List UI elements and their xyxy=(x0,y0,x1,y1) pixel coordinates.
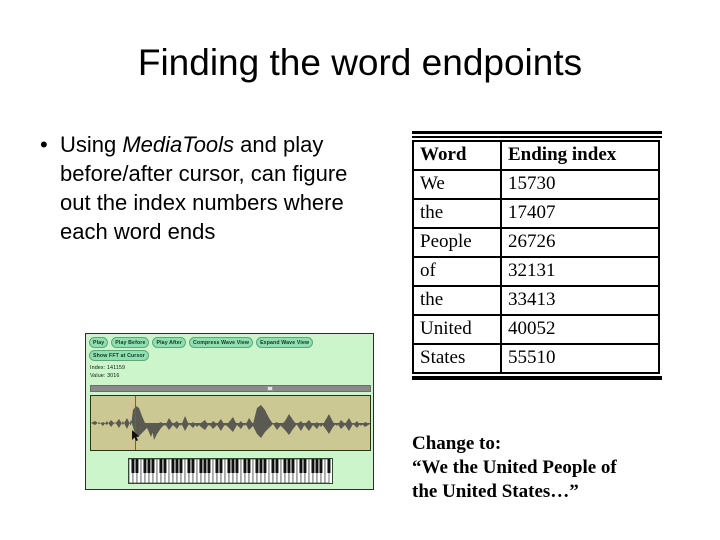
cell-ending-index: 55510 xyxy=(500,343,660,374)
show-fft-at-cursor-button[interactable]: Show FFT at Cursor xyxy=(89,350,149,361)
wave-scrollbar-thumb[interactable] xyxy=(266,386,273,391)
cell-ending-index: 15730 xyxy=(500,169,660,200)
wave-scrollbar[interactable] xyxy=(90,385,371,392)
table-row: of 32131 xyxy=(412,256,660,287)
change-to-note: Change to: “We the United People of the … xyxy=(412,432,692,504)
cell-word: States xyxy=(412,343,502,374)
play-before-button[interactable]: Play Before xyxy=(111,337,150,348)
bullet-text-lead: Using xyxy=(60,132,123,157)
piano-keyboard[interactable] xyxy=(128,458,333,484)
cell-word: We xyxy=(412,169,502,200)
bullet-text-emphasis: MediaTools xyxy=(122,132,235,157)
table-top-rule xyxy=(412,131,662,138)
change-to-label: Change to: xyxy=(412,433,502,454)
cell-word: the xyxy=(412,198,502,229)
index-readout: Index: 141159 xyxy=(90,365,126,371)
bullet-list: • Using MediaTools and play before/after… xyxy=(36,130,376,246)
mediatools-screenshot: Play Play Before Play After Compress Wav… xyxy=(85,333,374,490)
waveform-view[interactable] xyxy=(90,395,371,451)
word-index-table: Word Ending index We 15730 the 17407 People 2… xyxy=(412,140,660,374)
bullet-marker-icon: • xyxy=(40,132,48,157)
cell-ending-index: 33413 xyxy=(500,285,660,316)
table-header-row: Word Ending index xyxy=(412,140,660,171)
cell-ending-index: 26726 xyxy=(500,227,660,258)
expand-wave-view-button[interactable]: Expand Wave View xyxy=(256,337,314,348)
cell-word: United xyxy=(412,314,502,345)
table-body: We 15730 the 17407 People 26726 of 32131 the 3341… xyxy=(412,169,660,374)
mediatools-button-row-1: Play Play Before Play After Compress Wav… xyxy=(89,337,372,348)
mediatools-toolbar: Play Play Before Play After Compress Wav… xyxy=(89,337,372,363)
mediatools-readout-group: Index: 141159 Value: 3016 xyxy=(90,364,125,380)
play-after-button[interactable]: Play After xyxy=(152,337,187,348)
table-row: We 15730 xyxy=(412,169,660,200)
value-readout: Value: 3016 xyxy=(90,373,120,379)
cell-word: of xyxy=(412,256,502,287)
piano-keys-graphic xyxy=(129,459,331,483)
word-index-table-container: Word Ending index We 15730 the 17407 People 2… xyxy=(412,131,662,380)
compress-wave-view-button[interactable]: Compress Wave View xyxy=(189,337,254,348)
mouse-pointer-icon xyxy=(132,430,140,441)
table-row: States 55510 xyxy=(412,343,660,374)
waveform-cursor-line xyxy=(135,396,136,450)
table-row: People 26726 xyxy=(412,227,660,258)
cell-ending-index: 40052 xyxy=(500,314,660,345)
table-bottom-rule xyxy=(412,376,662,380)
play-button[interactable]: Play xyxy=(89,337,109,348)
column-header-word: Word xyxy=(412,140,502,171)
change-to-quote-line1: “We the United People of xyxy=(412,457,617,478)
waveform-graphic xyxy=(91,405,370,440)
bullet-item-text: Using MediaTools and play before/after c… xyxy=(60,130,352,246)
table-row: the 17407 xyxy=(412,198,660,229)
cell-ending-index: 17407 xyxy=(500,198,660,229)
column-header-ending-index: Ending index xyxy=(500,140,660,171)
cell-word: People xyxy=(412,227,502,258)
mediatools-button-row-2: Show FFT at Cursor xyxy=(89,350,372,361)
page-title: Finding the word endpoints xyxy=(137,42,583,83)
table-row: the 33413 xyxy=(412,285,660,316)
table-row: United 40052 xyxy=(412,314,660,345)
cell-ending-index: 32131 xyxy=(500,256,660,287)
cell-word: the xyxy=(412,285,502,316)
change-to-quote-line2: the United States…” xyxy=(412,481,579,502)
list-item: • Using MediaTools and play before/after… xyxy=(36,130,376,246)
